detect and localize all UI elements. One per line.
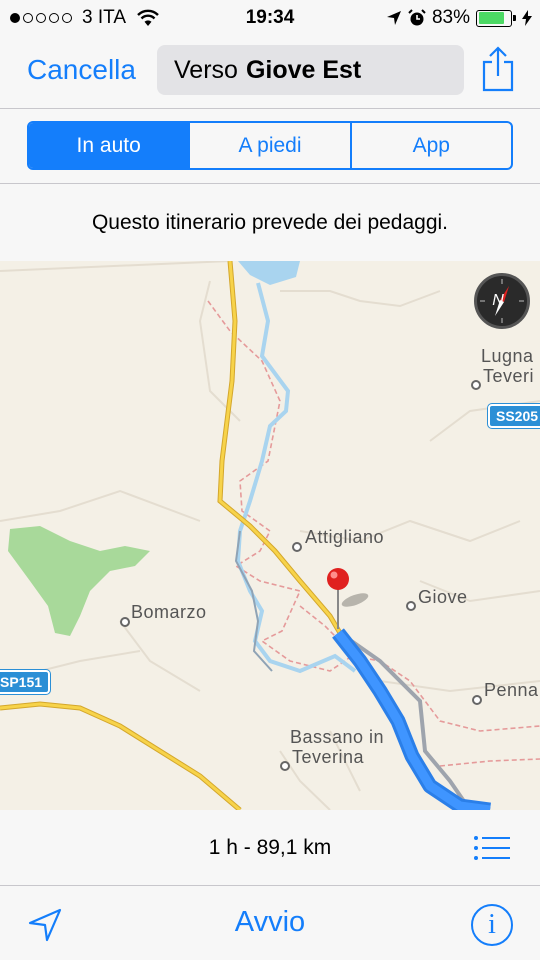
place-marker: [406, 601, 416, 611]
battery-fill: [478, 12, 505, 24]
place-marker: [472, 695, 482, 705]
segment-apps[interactable]: App: [349, 123, 511, 168]
route-line-inner: [334, 630, 491, 810]
pin-highlight: [330, 571, 338, 579]
info-button[interactable]: i: [471, 904, 513, 946]
alarm-icon: [408, 9, 426, 26]
road-sp151-outline: [0, 701, 242, 810]
place-label: Teverina: [292, 747, 365, 767]
compass-north-label: N: [492, 292, 504, 309]
highway-outline: [217, 261, 343, 635]
compass-button[interactable]: N: [474, 273, 530, 329]
destination-field[interactable]: Verso Giove Est: [157, 45, 464, 95]
place-label: Giove: [418, 587, 468, 607]
start-navigation: Avvio: [0, 906, 540, 939]
divider: [0, 183, 540, 184]
road-sp151: [0, 702, 241, 810]
share-icon[interactable]: [480, 46, 516, 92]
route-duration-distance: 1 h - 89,1 km: [208, 836, 332, 859]
place-label: Bomarzo: [131, 602, 207, 622]
toll-notice: Questo itinerario prevede dei pedaggi.: [91, 211, 449, 234]
place-label: Bassano in: [290, 727, 385, 747]
river-outline: [234, 530, 273, 672]
battery-percentage: 83%: [431, 7, 470, 28]
map-canvas: [0, 261, 540, 810]
destination-pin[interactable]: [327, 568, 349, 590]
highway: [218, 261, 342, 634]
status-right: 83%: [386, 7, 532, 29]
place-marker: [292, 542, 302, 552]
battery-icon: [476, 9, 516, 27]
road-shield: SS205: [488, 404, 540, 428]
minor-roads: [0, 261, 540, 810]
start-button[interactable]: Avvio: [235, 906, 305, 938]
place-marker: [471, 380, 481, 390]
lake: [238, 261, 300, 285]
list-icon[interactable]: [474, 836, 510, 860]
place-label: Penna: [484, 680, 539, 700]
map-view[interactable]: N Attigliano Giove Bomarzo Bassano in Te…: [0, 261, 540, 810]
destination-prefix: Verso: [174, 55, 238, 84]
bottom-toolbar: Avvio i: [0, 886, 540, 960]
status-bar: 3 ITA 19:34 83%: [0, 0, 540, 36]
place-marker: [120, 617, 130, 627]
location-arrow-icon: [386, 11, 401, 25]
road-shield: SP151: [0, 670, 51, 694]
current-location-icon[interactable]: [28, 908, 62, 942]
place-label: Lugna: [481, 346, 534, 366]
transport-mode-selector: In auto A piedi App: [27, 121, 513, 170]
place-label: Teveri: [483, 366, 535, 386]
place-label: Attigliano: [305, 527, 385, 547]
segment-walking[interactable]: A piedi: [188, 123, 349, 168]
route-summary-bar: 1 h - 89,1 km: [0, 810, 540, 885]
navigation-bar: Cancella Verso Giove Est: [0, 36, 540, 108]
divider: [0, 108, 540, 109]
place-marker: [280, 761, 290, 771]
cancel-button[interactable]: Cancella: [27, 54, 136, 86]
pin-shadow: [341, 593, 369, 607]
charging-bolt-icon: [522, 10, 532, 26]
destination-name: Giove Est: [245, 55, 362, 84]
segment-driving[interactable]: In auto: [29, 123, 189, 168]
